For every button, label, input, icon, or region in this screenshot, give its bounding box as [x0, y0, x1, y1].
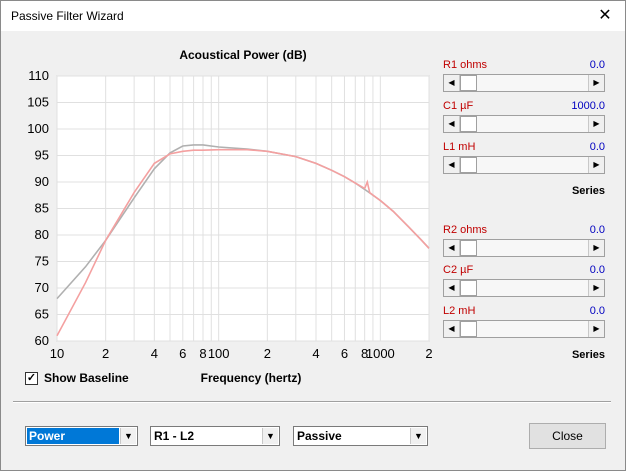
l2-slider[interactable]: ◀ ▶: [443, 320, 605, 338]
x-tick-label: 10: [50, 346, 64, 361]
group1-series-label: Series: [571, 185, 605, 197]
scroll-left-icon[interactable]: ◀: [444, 321, 460, 337]
scroll-left-icon[interactable]: ◀: [444, 240, 460, 256]
x-tick-label: 6: [341, 346, 348, 361]
y-tick-label: 70: [35, 280, 49, 295]
show-baseline-toggle[interactable]: ✓ Show Baseline: [25, 371, 129, 385]
scroll-right-icon[interactable]: ▶: [588, 321, 604, 337]
slider-track[interactable]: [460, 75, 588, 91]
show-baseline-label: Show Baseline: [44, 371, 129, 385]
title-bar: Passive Filter Wizard ✕: [1, 1, 625, 31]
r1-slider[interactable]: ◀ ▶: [443, 74, 605, 92]
x-tick-label: 1000: [366, 346, 395, 361]
scroll-right-icon[interactable]: ▶: [588, 240, 604, 256]
r1-value: 0.0: [589, 59, 605, 71]
c2-label: C2 µF: [443, 264, 474, 276]
x-tick-label: 4: [151, 346, 158, 361]
slider-thumb[interactable]: [460, 240, 477, 256]
l1-label: L1 mH: [443, 141, 476, 153]
chart-title: Acoustical Power (dB): [179, 48, 307, 62]
group2-series-label: Series: [571, 349, 605, 361]
y-tick-label: 110: [28, 68, 49, 83]
x-tick-label: 2: [102, 346, 109, 361]
x-tick-label: 6: [179, 346, 186, 361]
scroll-left-icon[interactable]: ◀: [444, 75, 460, 91]
c1-label: C1 µF: [443, 100, 474, 112]
component-select[interactable]: R1 - L2 ▼: [150, 426, 280, 446]
c2-control: C2 µF 0.0 ◀ ▶: [443, 264, 605, 297]
r2-control: R2 ohms 0.0 ◀ ▶: [443, 224, 605, 257]
slider-track[interactable]: [460, 157, 588, 173]
x-tick-label: 8: [199, 346, 206, 361]
filter-type-select[interactable]: Passive ▼: [293, 426, 428, 446]
y-tick-label: 80: [35, 227, 49, 242]
y-tick-label: 95: [35, 148, 49, 163]
scroll-right-icon[interactable]: ▶: [588, 116, 604, 132]
y-tick-label: 75: [35, 254, 49, 269]
c1-control: C1 µF 1000.0 ◀ ▶: [443, 100, 605, 133]
slider-track[interactable]: [460, 280, 588, 296]
c2-slider[interactable]: ◀ ▶: [443, 279, 605, 297]
r2-label: R2 ohms: [443, 224, 488, 236]
l2-label: L2 mH: [443, 305, 476, 317]
l2-value: 0.0: [589, 305, 605, 317]
component-select-value: R1 - L2: [154, 429, 195, 443]
y-tick-label: 105: [27, 95, 49, 110]
x-axis-label: Frequency (hertz): [200, 371, 302, 385]
measure-select-value: Power: [27, 428, 119, 444]
passive-filter-wizard-window: Passive Filter Wizard ✕ Acoustical Power…: [0, 0, 626, 471]
slider-track[interactable]: [460, 116, 588, 132]
r1-control: R1 ohms 0.0 ◀ ▶: [443, 59, 605, 92]
x-tick-label: 2: [264, 346, 271, 361]
r2-slider[interactable]: ◀ ▶: [443, 239, 605, 257]
scroll-left-icon[interactable]: ◀: [444, 116, 460, 132]
chevron-down-icon[interactable]: ▼: [120, 428, 136, 444]
measure-select[interactable]: Power ▼: [25, 426, 138, 446]
close-icon[interactable]: ✕: [591, 5, 619, 27]
scroll-left-icon[interactable]: ◀: [444, 157, 460, 173]
c2-value: 0.0: [589, 264, 605, 276]
r1-label: R1 ohms: [443, 59, 488, 71]
chevron-down-icon[interactable]: ▼: [262, 428, 278, 444]
slider-thumb[interactable]: [460, 116, 477, 132]
y-tick-label: 65: [35, 307, 49, 322]
x-tick-label: 2: [425, 346, 432, 361]
l1-slider[interactable]: ◀ ▶: [443, 156, 605, 174]
c1-value: 1000.0: [571, 100, 605, 112]
r2-value: 0.0: [589, 224, 605, 236]
l1-value: 0.0: [589, 141, 605, 153]
l2-control: L2 mH 0.0 ◀ ▶: [443, 305, 605, 338]
scroll-left-icon[interactable]: ◀: [444, 280, 460, 296]
y-tick-label: 60: [35, 333, 49, 348]
slider-thumb[interactable]: [460, 280, 477, 296]
chevron-down-icon[interactable]: ▼: [410, 428, 426, 444]
separator: [13, 401, 611, 403]
acoustical-power-chart: 606570758085909510010511010 2 4 6 8 100 2 4 6 810…: [27, 68, 432, 361]
x-tick-label: 100: [208, 346, 230, 361]
x-tick-label: 4: [312, 346, 319, 361]
slider-thumb[interactable]: [460, 321, 477, 337]
c1-slider[interactable]: ◀ ▶: [443, 115, 605, 133]
y-tick-label: 100: [27, 121, 49, 136]
window-title: Passive Filter Wizard: [11, 9, 124, 23]
close-button[interactable]: Close: [529, 423, 606, 449]
slider-track[interactable]: [460, 240, 588, 256]
scroll-right-icon[interactable]: ▶: [588, 75, 604, 91]
scroll-right-icon[interactable]: ▶: [588, 157, 604, 173]
show-baseline-checkbox[interactable]: ✓: [25, 371, 38, 385]
l1-control: L1 mH 0.0 ◀ ▶: [443, 141, 605, 174]
y-tick-label: 90: [35, 174, 49, 189]
y-tick-label: 85: [35, 201, 49, 216]
slider-thumb[interactable]: [460, 157, 477, 173]
filter-type-select-value: Passive: [297, 429, 342, 443]
slider-track[interactable]: [460, 321, 588, 337]
scroll-right-icon[interactable]: ▶: [588, 280, 604, 296]
slider-thumb[interactable]: [460, 75, 477, 91]
